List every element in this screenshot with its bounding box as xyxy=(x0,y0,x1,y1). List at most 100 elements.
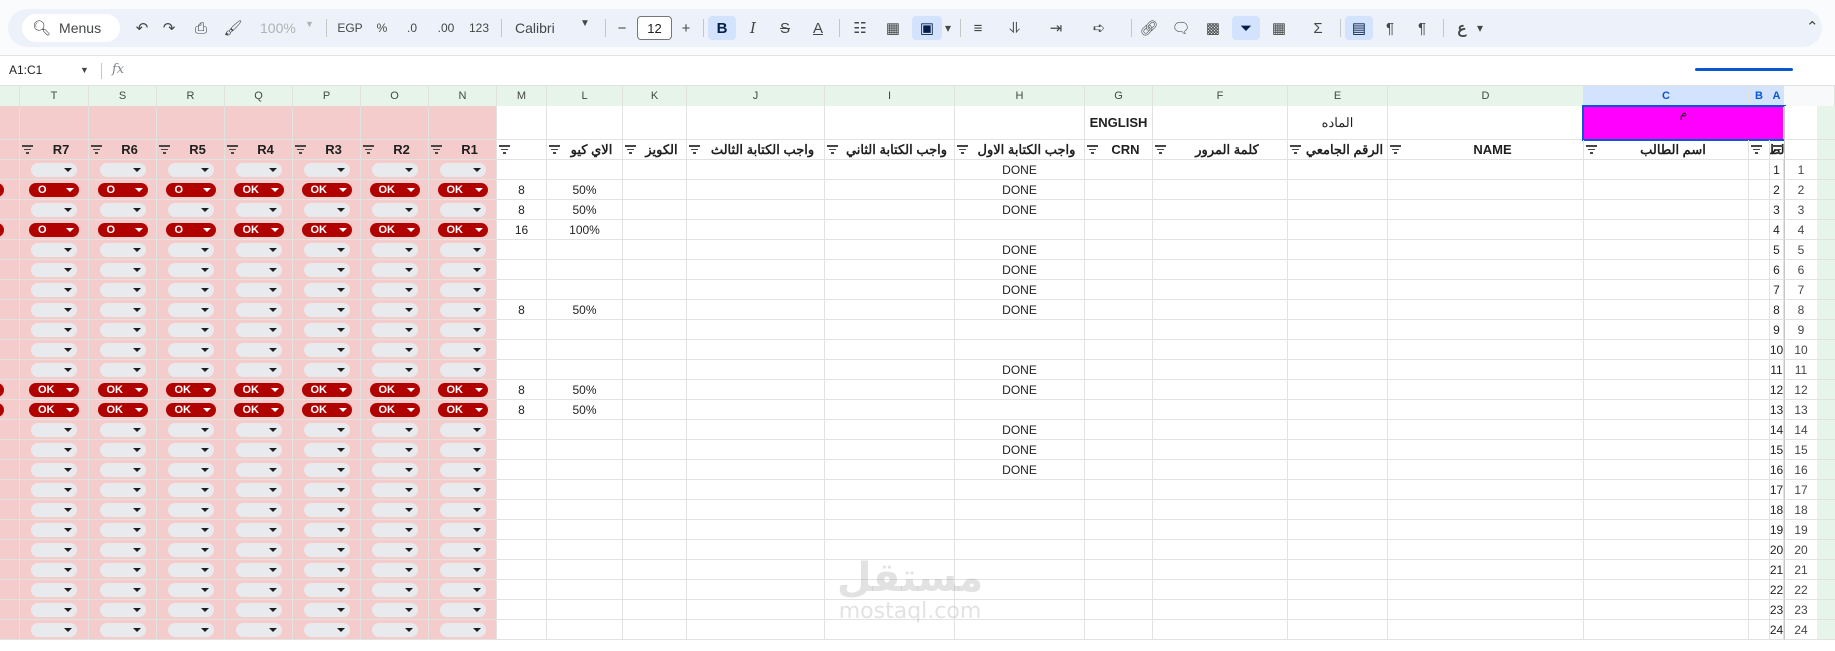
cell-r13[interactable]: OK xyxy=(157,400,225,420)
status-chip[interactable]: OK xyxy=(369,402,420,417)
cell-f1[interactable] xyxy=(1153,160,1288,180)
row-header[interactable]: 15 xyxy=(1784,440,1817,460)
cell-s21[interactable] xyxy=(89,560,157,580)
empty-dropdown-chip[interactable] xyxy=(303,342,350,357)
cell-d8[interactable] xyxy=(1388,300,1584,320)
header-cell-g[interactable]: CRN xyxy=(1085,140,1153,160)
empty-dropdown-chip[interactable] xyxy=(439,242,486,257)
cell-d7[interactable] xyxy=(1388,280,1584,300)
cell-m14[interactable] xyxy=(497,420,547,440)
cell-i13[interactable] xyxy=(825,400,955,420)
cell-g6[interactable] xyxy=(1085,260,1153,280)
status-chip[interactable]: OK xyxy=(301,382,352,397)
column-header-d[interactable]: D xyxy=(1388,86,1584,106)
cell-k23[interactable] xyxy=(623,600,687,620)
column-header-t[interactable]: T xyxy=(20,86,89,106)
status-chip[interactable]: O xyxy=(165,182,216,197)
title-cell-k[interactable] xyxy=(623,106,687,140)
cell-l9[interactable] xyxy=(547,320,623,340)
cell-o15[interactable] xyxy=(361,440,429,460)
cell-d6[interactable] xyxy=(1388,260,1584,280)
cell-t2[interactable]: O xyxy=(20,180,89,200)
header-cell-e[interactable]: الرقم الجامعي xyxy=(1288,140,1388,160)
cell-o13[interactable]: OK xyxy=(361,400,429,420)
cell-h22[interactable] xyxy=(955,580,1085,600)
cell-f11[interactable] xyxy=(1153,360,1288,380)
empty-dropdown-chip[interactable] xyxy=(439,342,486,357)
title-cell-t[interactable] xyxy=(20,106,89,140)
empty-dropdown-chip[interactable] xyxy=(439,562,486,577)
cell-r14[interactable] xyxy=(157,420,225,440)
header-cell-r[interactable]: R5 xyxy=(157,140,225,160)
cell-q12[interactable]: OK xyxy=(225,380,293,400)
cell-q1[interactable] xyxy=(225,160,293,180)
cell-b17[interactable] xyxy=(1749,480,1770,500)
cell-d12[interactable] xyxy=(1388,380,1584,400)
cell-k20[interactable] xyxy=(623,540,687,560)
cell-k8[interactable] xyxy=(623,300,687,320)
row-header[interactable]: 17 xyxy=(1784,480,1817,500)
cell-q5[interactable] xyxy=(225,240,293,260)
cell-s3[interactable] xyxy=(89,200,157,220)
cell-m21[interactable] xyxy=(497,560,547,580)
filter-icon[interactable]: ⏷ xyxy=(1232,16,1260,40)
row-header[interactable]: 21 xyxy=(1784,560,1817,580)
cell-p12[interactable]: OK xyxy=(293,380,361,400)
cell-k9[interactable] xyxy=(623,320,687,340)
cell-k15[interactable] xyxy=(623,440,687,460)
cell-b5[interactable] xyxy=(1749,240,1770,260)
header-cell-h[interactable]: واجب الكتابة الاول xyxy=(955,140,1085,160)
filter-icon[interactable] xyxy=(363,145,374,154)
stub-cell[interactable] xyxy=(0,440,20,460)
column-header-b[interactable]: B xyxy=(1749,86,1770,106)
cell-r4[interactable]: O xyxy=(157,220,225,240)
header-cell-m[interactable] xyxy=(497,140,547,160)
stub-cell[interactable] xyxy=(0,260,20,280)
cell-h13[interactable] xyxy=(955,400,1085,420)
cell-c5[interactable] xyxy=(1584,240,1749,260)
cell-r22[interactable] xyxy=(157,580,225,600)
cell-b16[interactable] xyxy=(1749,460,1770,480)
row-header[interactable]: 19 xyxy=(1784,520,1817,540)
row-header[interactable]: 16 xyxy=(1784,460,1817,480)
cell-g15[interactable] xyxy=(1085,440,1153,460)
cell-j6[interactable] xyxy=(687,260,825,280)
cell-h12[interactable]: DONE xyxy=(955,380,1085,400)
cell-l17[interactable] xyxy=(547,480,623,500)
cell-q4[interactable]: OK xyxy=(225,220,293,240)
empty-dropdown-chip[interactable] xyxy=(439,582,486,597)
row-header[interactable]: 5 xyxy=(1784,240,1817,260)
cell-g24[interactable] xyxy=(1085,620,1153,640)
empty-dropdown-chip[interactable] xyxy=(439,522,486,537)
cell-b19[interactable] xyxy=(1749,520,1770,540)
cell-j18[interactable] xyxy=(687,500,825,520)
column-header-m[interactable]: M xyxy=(497,86,547,106)
cell-i19[interactable] xyxy=(825,520,955,540)
cell-e11[interactable] xyxy=(1288,360,1388,380)
cell-r5[interactable] xyxy=(157,240,225,260)
cell-c15[interactable] xyxy=(1584,440,1749,460)
header-cell-l[interactable]: الاي كيو xyxy=(547,140,623,160)
empty-dropdown-chip[interactable] xyxy=(31,282,77,297)
cell-d1[interactable] xyxy=(1388,160,1584,180)
row-number-cell[interactable]: 16 xyxy=(1770,460,1784,480)
status-chip[interactable]: OK xyxy=(233,382,284,397)
empty-dropdown-chip[interactable] xyxy=(371,482,418,497)
cell-f4[interactable] xyxy=(1153,220,1288,240)
cell-b8[interactable] xyxy=(1749,300,1770,320)
currency-button[interactable]: EGP xyxy=(335,16,365,40)
cell-f6[interactable] xyxy=(1153,260,1288,280)
filter-icon[interactable] xyxy=(1155,145,1166,154)
filter-icon[interactable] xyxy=(549,145,560,154)
cell-d16[interactable] xyxy=(1388,460,1584,480)
empty-dropdown-chip[interactable] xyxy=(99,562,146,577)
empty-dropdown-chip[interactable] xyxy=(371,562,418,577)
cell-b9[interactable] xyxy=(1749,320,1770,340)
cell-h11[interactable]: DONE xyxy=(955,360,1085,380)
cell-n1[interactable] xyxy=(429,160,497,180)
cell-n17[interactable] xyxy=(429,480,497,500)
row-header[interactable]: 10 xyxy=(1784,340,1817,360)
cell-o8[interactable] xyxy=(361,300,429,320)
title-cell-stub[interactable] xyxy=(0,106,20,140)
cell-k24[interactable] xyxy=(623,620,687,640)
